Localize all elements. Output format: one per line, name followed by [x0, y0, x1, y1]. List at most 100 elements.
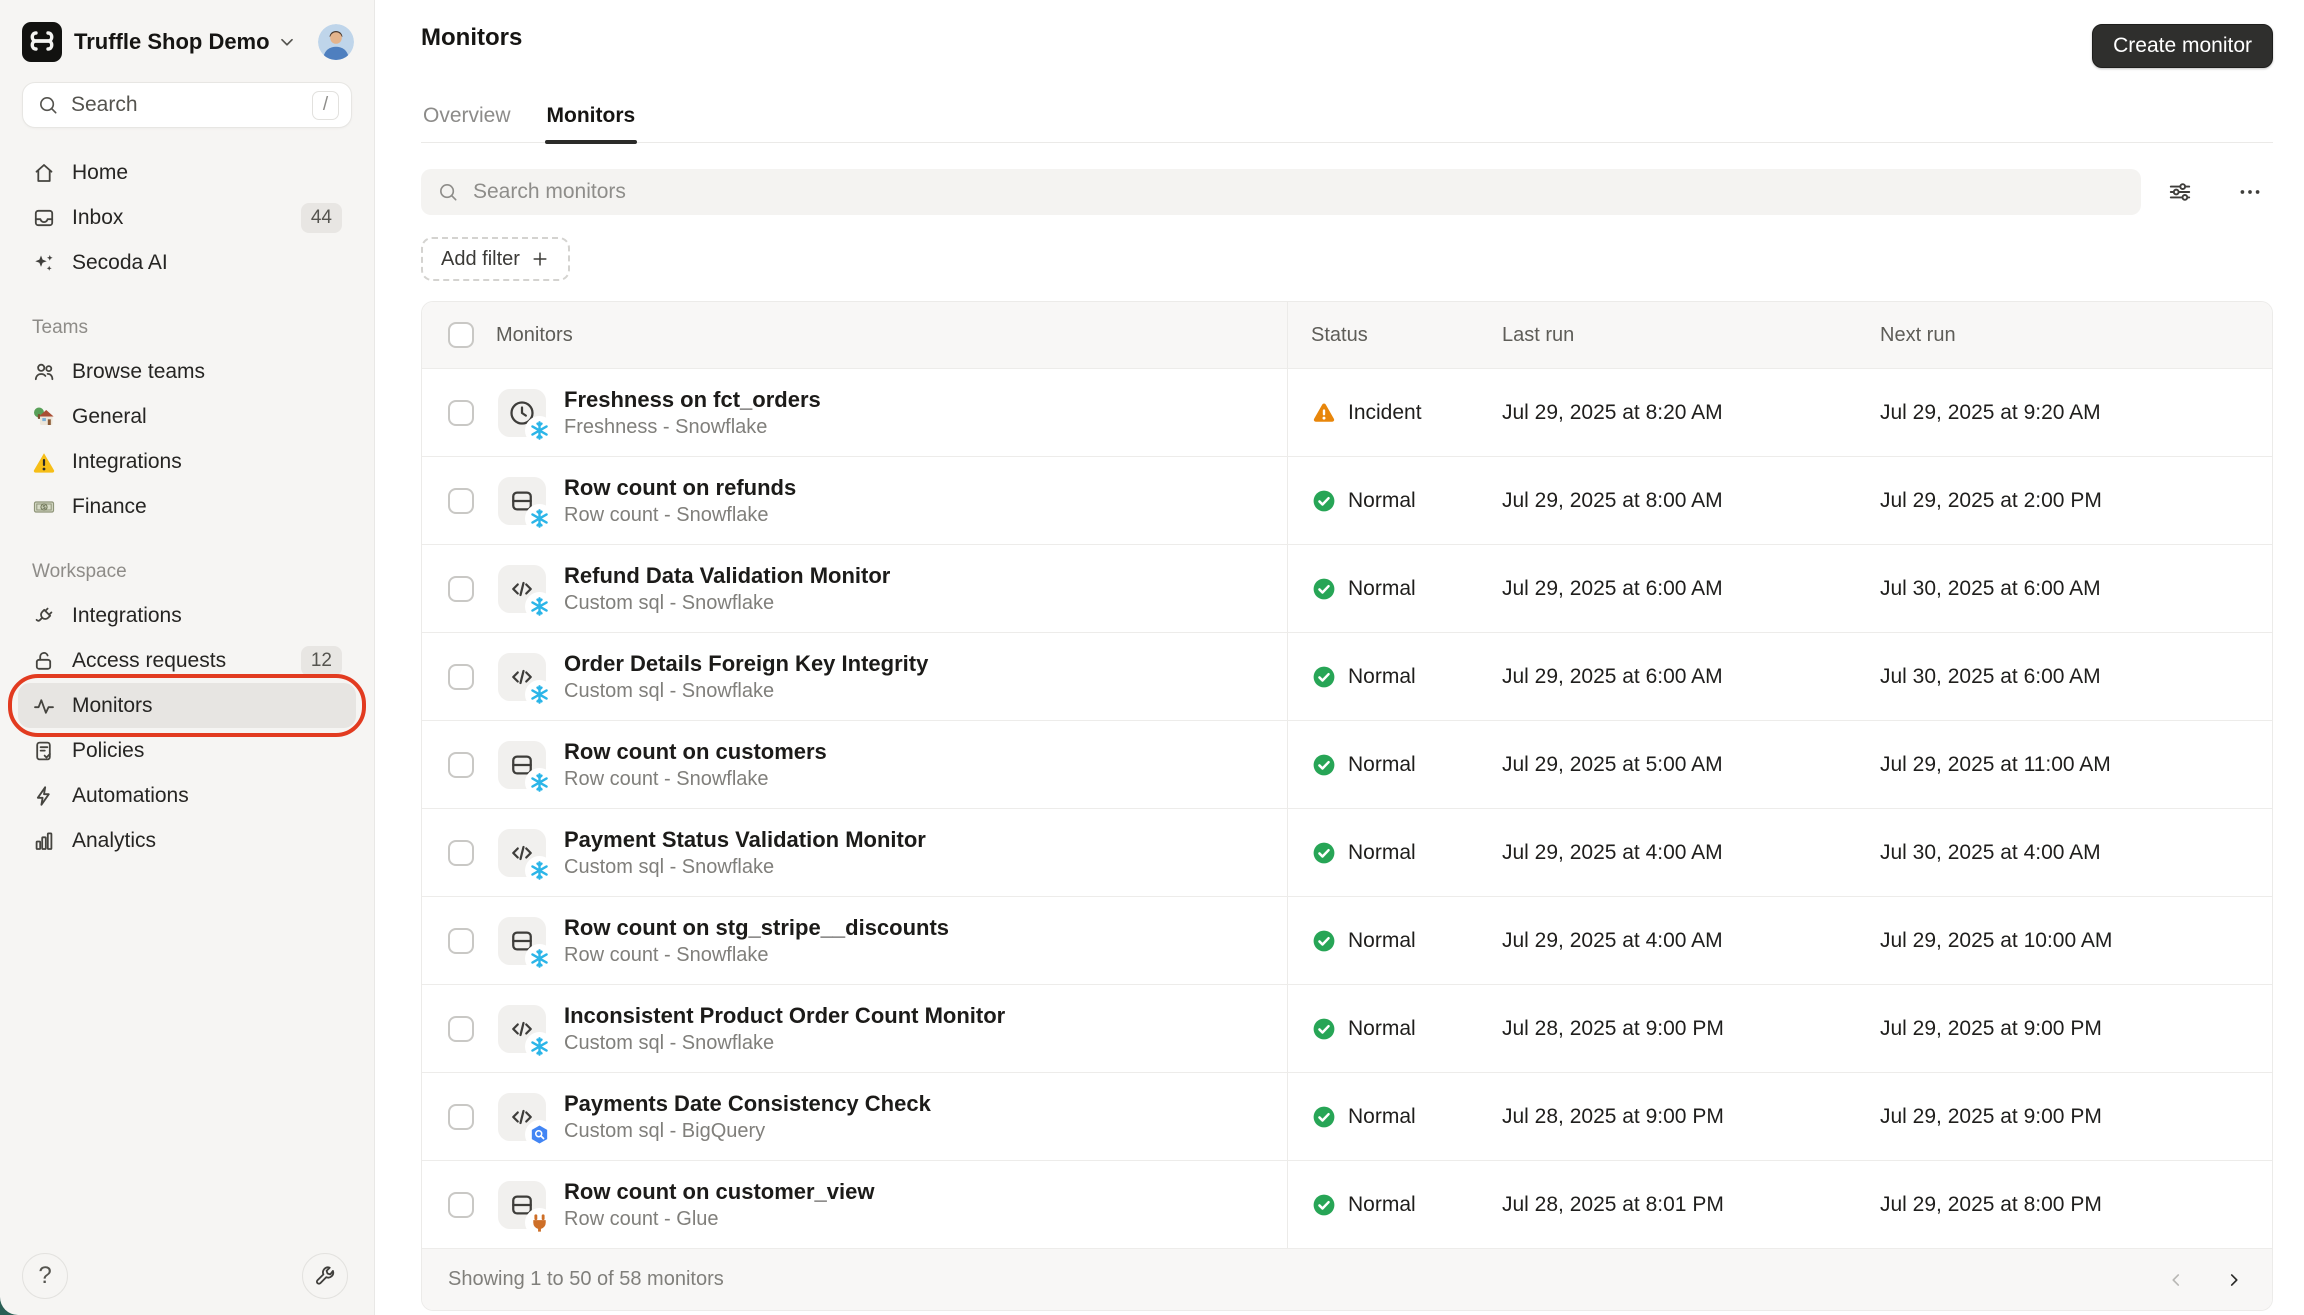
- inbox-icon: [32, 206, 56, 230]
- sidebar-item-label: Integrations: [72, 603, 182, 627]
- table-footer: Showing 1 to 50 of 58 monitors: [422, 1248, 2272, 1310]
- sidebar-item-monitors[interactable]: Monitors: [8, 674, 366, 737]
- sidebar-item-analytics[interactable]: Analytics: [18, 818, 356, 863]
- monitor-type-tile: [498, 740, 554, 797]
- sidebar-item-integrations[interactable]: Integrations: [18, 593, 356, 638]
- next-page-button[interactable]: [2214, 1260, 2254, 1300]
- table-row[interactable]: Payments Date Consistency Check Custom s…: [422, 1072, 2272, 1160]
- previous-page-button[interactable]: [2156, 1260, 2196, 1300]
- sidebar-item-automations[interactable]: Automations: [18, 773, 356, 818]
- row-checkbox[interactable]: [448, 751, 474, 778]
- last-run-value: Jul 28, 2025 at 8:01 PM: [1502, 1192, 1724, 1216]
- status-label: Normal: [1348, 576, 1416, 600]
- table-row[interactable]: Row count on customer_view Row count - G…: [422, 1160, 2272, 1248]
- table-row[interactable]: Inconsistent Product Order Count Monitor…: [422, 984, 2272, 1072]
- sidebar-item-label: Home: [72, 160, 129, 184]
- sidebar-item-label: Analytics: [72, 828, 157, 852]
- user-avatar[interactable]: [318, 24, 354, 60]
- normal-icon: [1311, 1016, 1337, 1042]
- status-label: Normal: [1348, 664, 1416, 688]
- monitors-search-input[interactable]: [473, 180, 2125, 204]
- filter-settings-button[interactable]: [2157, 169, 2203, 215]
- row-checkbox[interactable]: [448, 1015, 474, 1042]
- table-row[interactable]: Refund Data Validation Monitor Custom sq…: [422, 544, 2272, 632]
- monitor-type-tile: [498, 476, 554, 533]
- normal-icon: [1311, 1104, 1337, 1130]
- monitor-name[interactable]: Inconsistent Product Order Count Monitor: [564, 1002, 1005, 1030]
- last-run-value: Jul 29, 2025 at 4:00 AM: [1502, 840, 1723, 864]
- create-monitor-button[interactable]: Create monitor: [2092, 24, 2273, 68]
- monitor-name[interactable]: Payments Date Consistency Check: [564, 1090, 931, 1118]
- table-row[interactable]: Row count on customers Row count - Snowf…: [422, 720, 2272, 808]
- chevron-down-icon[interactable]: [276, 31, 298, 53]
- next-run-value: Jul 29, 2025 at 11:00 AM: [1880, 752, 2111, 776]
- sidebar-item-secoda-ai[interactable]: Secoda AI: [18, 240, 356, 285]
- last-run-value: Jul 28, 2025 at 9:00 PM: [1502, 1016, 1724, 1040]
- sidebar-item-inbox[interactable]: Inbox 44: [18, 195, 356, 240]
- row-checkbox[interactable]: [448, 1191, 474, 1218]
- column-header-status[interactable]: Status: [1311, 324, 1368, 347]
- row-checkbox[interactable]: [448, 399, 474, 426]
- column-header-monitors[interactable]: Monitors: [496, 324, 573, 347]
- question-icon: ?: [38, 1262, 52, 1289]
- monitor-name[interactable]: Row count on customers: [564, 738, 827, 766]
- column-header-last-run[interactable]: Last run: [1502, 324, 1574, 347]
- sidebar-item-policies[interactable]: Policies: [18, 728, 356, 773]
- row-checkbox[interactable]: [448, 927, 474, 954]
- access-requests-count-badge: 12: [300, 645, 342, 676]
- monitor-name[interactable]: Refund Data Validation Monitor: [564, 562, 890, 590]
- add-filter-button[interactable]: Add filter: [421, 237, 570, 281]
- table-row[interactable]: Row count on stg_stripe__discounts Row c…: [422, 896, 2272, 984]
- row-checkbox[interactable]: [448, 663, 474, 690]
- monitor-name[interactable]: Payment Status Validation Monitor: [564, 826, 926, 854]
- main-content: Monitors Create monitor Overview Monitor…: [376, 0, 2304, 1315]
- table-row[interactable]: Row count on refunds Row count - Snowfla…: [422, 456, 2272, 544]
- column-header-next-run[interactable]: Next run: [1880, 324, 1956, 347]
- unlock-icon: [32, 649, 56, 673]
- last-run-value: Jul 29, 2025 at 6:00 AM: [1502, 664, 1723, 688]
- tab-bar: Overview Monitors: [421, 94, 2273, 144]
- select-all-checkbox[interactable]: [448, 322, 474, 348]
- sidebar-item-team-integrations[interactable]: Integrations: [18, 439, 356, 484]
- row-checkbox[interactable]: [448, 1103, 474, 1130]
- sidebar-item-browse-teams[interactable]: Browse teams: [18, 349, 356, 394]
- sidebar-search-input[interactable]: [71, 93, 312, 117]
- admin-tools-button[interactable]: [302, 1253, 348, 1299]
- snowflake-badge: [525, 591, 554, 621]
- row-checkbox[interactable]: [448, 839, 474, 866]
- monitor-subtitle: Row count - Snowflake: [564, 944, 769, 967]
- monitor-name[interactable]: Freshness on fct_orders: [564, 386, 821, 414]
- sidebar-item-finance[interactable]: $ Finance: [18, 484, 356, 529]
- plus-icon: [530, 249, 550, 269]
- workspace-name[interactable]: Truffle Shop Demo: [74, 29, 270, 55]
- last-run-value: Jul 29, 2025 at 8:00 AM: [1502, 488, 1723, 512]
- sidebar-item-general[interactable]: General: [18, 394, 356, 439]
- table-row[interactable]: Freshness on fct_orders Freshness - Snow…: [422, 368, 2272, 456]
- normal-icon: [1311, 752, 1337, 778]
- monitor-type-tile: [498, 916, 554, 973]
- row-checkbox[interactable]: [448, 487, 474, 514]
- more-options-button[interactable]: [2227, 169, 2273, 215]
- chevron-right-icon: [2223, 1269, 2245, 1291]
- tab-overview[interactable]: Overview: [421, 94, 513, 142]
- incident-icon: [1311, 400, 1337, 426]
- snowflake-badge: [525, 503, 554, 533]
- status-label: Normal: [1348, 752, 1416, 776]
- tab-monitors[interactable]: Monitors: [544, 94, 638, 144]
- monitor-name[interactable]: Order Details Foreign Key Integrity: [564, 650, 928, 678]
- sidebar-item-home[interactable]: Home: [18, 150, 356, 195]
- monitor-type-tile: [498, 1180, 554, 1237]
- monitor-name[interactable]: Row count on stg_stripe__discounts: [564, 914, 949, 942]
- help-button[interactable]: ?: [22, 1253, 68, 1299]
- table-row[interactable]: Order Details Foreign Key Integrity Cust…: [422, 632, 2272, 720]
- monitor-name[interactable]: Row count on customer_view: [564, 1178, 875, 1206]
- table-row[interactable]: Payment Status Validation Monitor Custom…: [422, 808, 2272, 896]
- secoda-logo[interactable]: [22, 22, 62, 62]
- monitor-name[interactable]: Row count on refunds: [564, 474, 796, 502]
- row-checkbox[interactable]: [448, 575, 474, 602]
- slash-shortcut-key: /: [312, 90, 339, 120]
- last-run-value: Jul 29, 2025 at 4:00 AM: [1502, 928, 1723, 952]
- sidebar-item-access-requests[interactable]: Access requests 12: [18, 638, 356, 683]
- sidebar-search[interactable]: /: [22, 82, 352, 128]
- monitors-search[interactable]: [421, 169, 2141, 215]
